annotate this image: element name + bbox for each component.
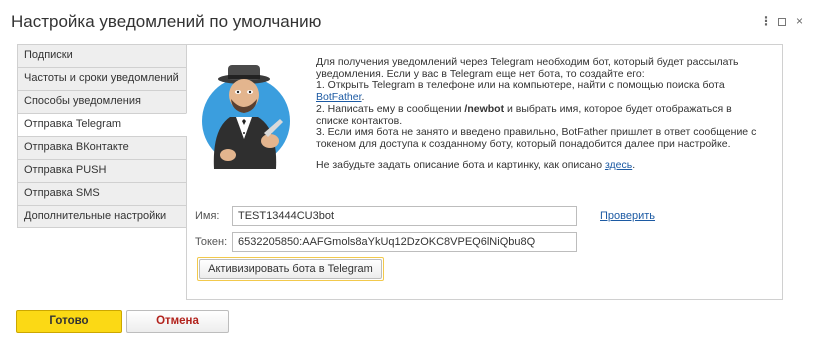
step-1-text: 1. Открыть Telegram в телефоне или на ко… [316,79,725,92]
cancel-button[interactable]: Отмена [126,310,229,333]
step-3-text: 3. Если имя бота не занято и введено пра… [316,126,757,139]
step-2-text: 2. Написать ему в сообщении [316,102,465,115]
window-title: Настройка уведомлений по умолчанию [11,12,322,31]
token-label: Токен: [195,236,228,248]
intro-line-2: уведомления. Если у вас в Telegram еще н… [316,67,645,80]
botfather-image [202,65,290,169]
token-input[interactable]: 6532205850:AAFGmols8aYkUq12DzOKC8VPEQ6lN… [232,232,577,252]
maximize-icon[interactable] [778,13,786,29]
note-end: . [632,158,636,171]
tab-methods[interactable]: Способы уведомления [17,90,187,113]
tab-vkontakte[interactable]: Отправка ВКонтакте [17,136,187,159]
settings-window: Настройка уведомлений по умолчанию ⋮ × П… [0,0,813,339]
tab-push[interactable]: Отправка PUSH [17,159,187,182]
botfather-link[interactable]: BotFather [316,91,362,103]
bot-name-input[interactable]: TEST13444CU3bot [232,206,577,226]
instructions-text: Для получения уведомлений через Telegram… [316,56,771,171]
tab-frequencies[interactable]: Частоты и сроки уведомлений [17,67,187,90]
intro-line-1: Для получения уведомлений через Telegram… [316,56,739,68]
tab-telegram[interactable]: Отправка Telegram [17,113,187,136]
step-2-text-end: списке контактов. [316,114,403,127]
step-3-text-cont: токеном для доступа к созданному боту, к… [316,137,731,150]
more-menu-icon[interactable]: ⋮ [760,13,772,29]
ok-button[interactable]: Готово [16,310,122,333]
telegram-panel: Для получения уведомлений через Telegram… [186,44,783,300]
name-label: Имя: [195,210,220,222]
tab-subscriptions[interactable]: Подписки [17,44,187,67]
step-1-end: . [361,91,365,104]
close-icon[interactable]: × [796,13,803,29]
activate-bot-button[interactable]: Активизировать бота в Telegram [199,259,382,279]
activate-button-focus: Активизировать бота в Telegram [197,257,384,281]
description-link[interactable]: здесь [605,159,632,171]
tab-additional[interactable]: Дополнительные настройки [17,205,187,228]
newbot-command: /newbot [464,102,505,115]
note-text: Не забудьте задать описание бота и карти… [316,158,605,171]
step-2-text-cont: и выбрать имя, которое будет отображатьс… [504,102,732,115]
check-link[interactable]: Проверить [600,210,655,222]
settings-tabs: Подписки Частоты и сроки уведомлений Спо… [17,44,187,228]
tab-sms[interactable]: Отправка SMS [17,182,187,205]
